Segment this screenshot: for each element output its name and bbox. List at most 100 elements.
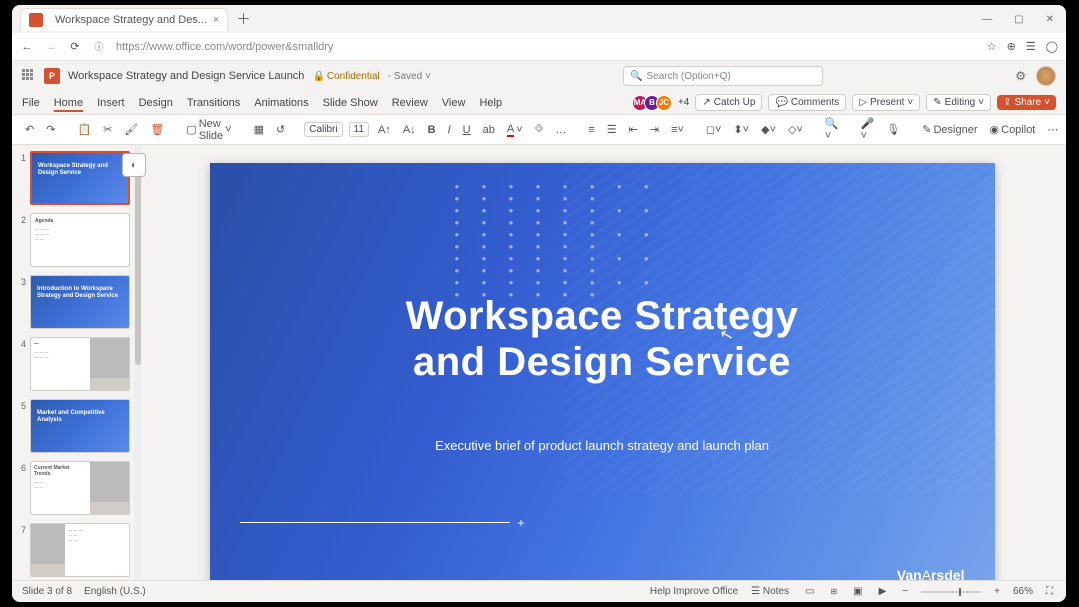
numbering-icon[interactable]: ☰ bbox=[604, 121, 620, 138]
help-improve-link[interactable]: Help Improve Office bbox=[650, 586, 738, 597]
thumbnail-2[interactable]: Agenda— — —— — —— — bbox=[30, 213, 130, 267]
thumbnail-5[interactable]: Market and Competitive Analysis bbox=[30, 399, 130, 453]
clear-format-icon[interactable]: ⟐ bbox=[532, 121, 547, 138]
zoom-out-icon[interactable]: − bbox=[899, 585, 911, 598]
font-size-input[interactable]: 11 bbox=[349, 122, 369, 137]
highlight-icon[interactable]: ab bbox=[480, 122, 498, 138]
bullets-icon[interactable]: ≡ bbox=[585, 122, 597, 138]
paste-icon[interactable]: 📋 bbox=[74, 121, 94, 138]
share-button[interactable]: ⇪ Share ˅ bbox=[997, 95, 1056, 110]
current-slide[interactable]: ● ● ● ● ● ● ● ● ● ● ● ● ● ●● ● ● ● ● ● ●… bbox=[210, 163, 995, 580]
minimize-button[interactable]: — bbox=[978, 12, 996, 27]
comments-button[interactable]: 💬 Comments bbox=[768, 94, 846, 111]
site-info-icon[interactable]: ⓘ bbox=[92, 40, 106, 53]
tab-transitions[interactable]: Transitions bbox=[187, 95, 240, 111]
shape-fill-icon[interactable]: ◆˅ bbox=[758, 121, 779, 138]
align-icon[interactable]: ≡˅ bbox=[668, 122, 687, 138]
reading-view-icon[interactable]: ▣ bbox=[850, 585, 865, 598]
layout-icon[interactable]: ▦ bbox=[251, 121, 267, 138]
underline-icon[interactable]: U bbox=[460, 122, 474, 138]
maximize-button[interactable]: ▢ bbox=[1010, 12, 1027, 27]
slideshow-view-icon[interactable]: ▶ bbox=[876, 585, 890, 598]
slide-position[interactable]: Slide 3 of 8 bbox=[22, 586, 72, 597]
decrease-font-icon[interactable]: A↓ bbox=[400, 122, 419, 138]
catch-up-button[interactable]: ↗ Catch Up bbox=[695, 94, 762, 111]
tab-insert[interactable]: Insert bbox=[97, 95, 125, 111]
back-icon[interactable]: ← bbox=[20, 41, 34, 53]
present-button[interactable]: ▷ Present ˅ bbox=[852, 94, 920, 111]
shapes-icon[interactable]: ◻˅ bbox=[703, 121, 725, 138]
editing-mode-button[interactable]: ✎ Editing ˅ bbox=[926, 94, 991, 111]
cut-icon[interactable]: ✂ bbox=[100, 121, 115, 138]
close-window-button[interactable]: ✕ bbox=[1042, 12, 1058, 27]
settings-icon[interactable]: ⚙ bbox=[1015, 69, 1026, 83]
thumbnail-7[interactable]: — — —— —— — bbox=[30, 523, 130, 577]
redo-icon[interactable]: ↷ bbox=[43, 121, 58, 138]
copilot-button[interactable]: ◉ Copilot bbox=[987, 121, 1039, 138]
shape-outline-icon[interactable]: ◇˅ bbox=[785, 121, 806, 138]
app-launcher-icon[interactable] bbox=[22, 69, 36, 83]
designer-button[interactable]: ✎ Designer bbox=[919, 121, 980, 138]
indent-left-icon[interactable]: ⇤ bbox=[626, 121, 641, 138]
extensions-icon[interactable]: ☰ bbox=[1026, 40, 1036, 53]
thumbnail-panel: 1 Workspace Strategy and Design Service … bbox=[12, 145, 142, 580]
italic-icon[interactable]: I bbox=[445, 122, 454, 138]
tab-close-icon[interactable]: × bbox=[213, 14, 219, 26]
overflow-icon[interactable]: ⋯ bbox=[1044, 121, 1061, 138]
more-font-icon[interactable]: … bbox=[552, 122, 569, 138]
tab-home[interactable]: Home bbox=[54, 95, 83, 111]
increase-font-icon[interactable]: A↑ bbox=[375, 122, 394, 138]
tab-slideshow[interactable]: Slide Show bbox=[323, 95, 378, 111]
arrange-icon[interactable]: ⬍˅ bbox=[730, 121, 752, 138]
zoom-slider[interactable] bbox=[921, 591, 981, 593]
forward-icon[interactable]: → bbox=[44, 41, 58, 53]
language-status[interactable]: English (U.S.) bbox=[84, 586, 146, 597]
voice-icon[interactable]: 🎙 bbox=[883, 121, 903, 138]
reset-icon[interactable]: ↺ bbox=[273, 121, 288, 138]
collections-icon[interactable]: ⊕ bbox=[1007, 40, 1016, 53]
zoom-level[interactable]: 66% bbox=[1013, 586, 1033, 597]
document-title[interactable]: Workspace Strategy and Design Service La… bbox=[68, 70, 304, 82]
browser-tab[interactable]: Workspace Strategy and Des... × bbox=[20, 8, 228, 31]
thumbnails-scrollbar[interactable] bbox=[134, 145, 142, 580]
tab-design[interactable]: Design bbox=[139, 95, 173, 111]
new-slide-button[interactable]: ▢ New Slide ˅ bbox=[183, 116, 234, 144]
font-name-input[interactable]: Calibri bbox=[304, 122, 342, 137]
new-tab-button[interactable]: ＋ bbox=[236, 9, 250, 29]
format-painter-icon[interactable]: 🖌 bbox=[121, 121, 141, 138]
slide-canvas[interactable]: ◐ ● ● ● ● ● ● ● ● ● ● ● ● ● ●● ● ● ● ● ●… bbox=[142, 145, 1066, 580]
thumbnail-4[interactable]: —— — —— — — bbox=[30, 337, 130, 391]
refresh-icon[interactable]: ⟳ bbox=[68, 40, 82, 53]
tab-file[interactable]: File bbox=[22, 95, 40, 111]
thumbnail-3[interactable]: Introduction to Workspace Strategy and D… bbox=[30, 275, 130, 329]
user-avatar[interactable] bbox=[1036, 66, 1056, 86]
notes-button[interactable]: ☰ Notes bbox=[748, 585, 792, 598]
fit-to-window-icon[interactable]: ⛶ bbox=[1043, 585, 1056, 598]
font-color-icon[interactable]: A˅ bbox=[504, 121, 526, 139]
sorter-view-icon[interactable]: ⊞ bbox=[827, 586, 840, 597]
url-field[interactable]: https://www.office.com/word/power&smalld… bbox=[116, 41, 977, 53]
slide-title[interactable]: Workspace Strategyand Design Service bbox=[210, 293, 995, 385]
presence-more[interactable]: +4 bbox=[678, 97, 689, 108]
undo-icon[interactable]: ↶ bbox=[22, 121, 37, 138]
delete-icon[interactable]: 🗑 bbox=[147, 121, 167, 138]
tab-animations[interactable]: Animations bbox=[254, 95, 308, 111]
slide-subtitle[interactable]: Executive brief of product launch strate… bbox=[210, 438, 995, 453]
tab-review[interactable]: Review bbox=[392, 95, 428, 111]
normal-view-icon[interactable]: ▭ bbox=[802, 585, 817, 598]
bold-icon[interactable]: B bbox=[425, 122, 439, 138]
thumbnail-1[interactable]: Workspace Strategy and Design Service bbox=[30, 151, 130, 205]
thumbnail-6[interactable]: Current Market Trends— —— — bbox=[30, 461, 130, 515]
tab-view[interactable]: View bbox=[442, 95, 466, 111]
favorite-icon[interactable]: ☆ bbox=[987, 40, 997, 53]
dictate-icon[interactable]: 🎤˅ bbox=[858, 115, 878, 144]
outline-toggle-icon[interactable]: ◐ bbox=[122, 153, 146, 177]
tab-help[interactable]: Help bbox=[479, 95, 502, 111]
sensitivity-label[interactable]: 🔒 Confidential bbox=[312, 71, 379, 82]
presence-avatars[interactable]: MA B JC bbox=[636, 95, 672, 111]
search-box[interactable]: 🔍 Search (Option+Q) bbox=[623, 66, 823, 86]
zoom-in-icon[interactable]: + bbox=[991, 585, 1003, 598]
profile-icon[interactable]: ◯ bbox=[1046, 40, 1058, 53]
find-icon[interactable]: 🔍˅ bbox=[822, 115, 842, 144]
indent-right-icon[interactable]: ⇥ bbox=[647, 121, 662, 138]
